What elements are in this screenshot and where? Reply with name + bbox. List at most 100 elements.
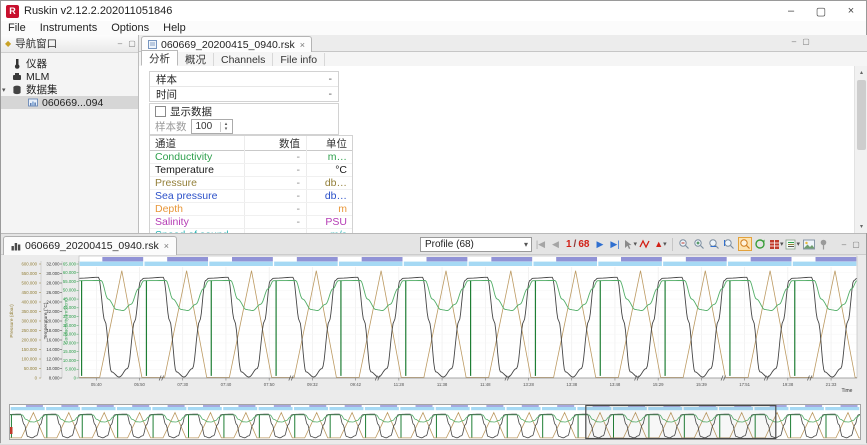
chevron-down-icon[interactable]: ▾: [780, 240, 784, 248]
tab-analysis[interactable]: 分析: [141, 50, 178, 66]
chevron-down-icon[interactable]: ▾: [663, 240, 667, 248]
menu-options[interactable]: Options: [104, 22, 156, 34]
svg-text:60.000: 60.000: [63, 270, 77, 275]
svg-text:50.000: 50.000: [24, 366, 38, 371]
cursor-tool-button[interactable]: ▾: [623, 237, 637, 251]
tree-item-mlm[interactable]: MLM: [1, 70, 138, 83]
profile-separator: /: [574, 239, 577, 250]
svg-text:550.000: 550.000: [21, 271, 37, 276]
table-row[interactable]: Salinity-PSU: [150, 215, 352, 228]
table-row[interactable]: Sea pressure-db…: [150, 189, 352, 202]
svg-text:Time: Time: [842, 388, 853, 394]
svg-text:11:28: 11:28: [394, 382, 405, 387]
annotation-pin-button[interactable]: [817, 237, 830, 251]
minimize-button[interactable]: –: [776, 1, 806, 21]
nav-restore-button[interactable]: ▢: [126, 39, 138, 48]
tab-file-info[interactable]: File info: [273, 53, 325, 66]
next-profile-button[interactable]: ▶: [593, 237, 606, 251]
menu-help[interactable]: Help: [156, 22, 193, 34]
zoom-out-button[interactable]: [678, 237, 691, 251]
time-value: -: [329, 88, 333, 100]
svg-text:05:50: 05:50: [134, 382, 145, 387]
nav-minimize-button[interactable]: –: [114, 39, 126, 48]
scroll-up-icon[interactable]: ▴: [855, 66, 867, 79]
svg-text:26.000: 26.000: [46, 290, 60, 295]
view-restore-button[interactable]: ▢: [800, 37, 812, 46]
plot-tab-close-icon[interactable]: ×: [164, 241, 169, 251]
overview-strip[interactable]: [9, 404, 861, 440]
export-data-button[interactable]: ▾: [769, 237, 784, 251]
last-profile-button[interactable]: ▶|: [608, 237, 621, 251]
channels-table-body: Conductivity-m…Temperature-°CPressure-db…: [150, 151, 352, 241]
tab-channels[interactable]: Channels: [214, 53, 273, 66]
content-scrollbar[interactable]: ▴ ▾: [854, 66, 867, 233]
editor-tabbar: 060669_20200415_0940.rsk × – ▢: [139, 35, 867, 52]
channel-name: Conductivity: [150, 151, 244, 163]
show-data-checkbox[interactable]: [155, 106, 166, 117]
menu-file[interactable]: File: [1, 22, 33, 34]
table-row[interactable]: Depth-m: [150, 202, 352, 215]
scroll-down-icon[interactable]: ▾: [855, 220, 867, 233]
stepper-down-icon[interactable]: ▾: [225, 127, 228, 132]
cast-toggle-button[interactable]: [639, 237, 652, 251]
overview-selection[interactable]: [586, 406, 776, 439]
svg-text:17:51: 17:51: [739, 382, 750, 387]
overview-chart: [9, 404, 861, 440]
channel-name: Sea pressure: [150, 190, 244, 202]
menu-instruments[interactable]: Instruments: [33, 22, 104, 34]
prev-profile-button[interactable]: ◀: [549, 237, 562, 251]
main-chart-area[interactable]: 600.000550.000500.000450.000400.000350.0…: [1, 254, 867, 400]
plot-tab-label: 060669_20200415_0940.rsk: [25, 240, 159, 252]
sample-count-stepper[interactable]: 100 ▴ ▾: [191, 119, 233, 134]
sample-row: 样本 -: [150, 72, 338, 86]
scrollbar-thumb[interactable]: [857, 80, 866, 150]
svg-text:07:40: 07:40: [221, 382, 232, 387]
tab-overview[interactable]: 概况: [178, 53, 214, 66]
plot-minimize-button[interactable]: –: [838, 240, 850, 249]
table-row[interactable]: Conductivity-m…: [150, 151, 352, 163]
close-button[interactable]: ×: [836, 1, 866, 21]
table-row[interactable]: Temperature-°C: [150, 163, 352, 176]
profile-select[interactable]: Profile (68) ▾: [420, 237, 532, 252]
zoom-x-button[interactable]: [708, 237, 721, 251]
first-profile-button[interactable]: |◀: [534, 237, 547, 251]
nav-panel-title: 导航窗口: [15, 36, 57, 51]
snapshot-button[interactable]: [802, 237, 815, 251]
chevron-down-icon[interactable]: ▾: [633, 240, 637, 248]
channel-unit: PSU: [306, 216, 352, 228]
view-minimize-button[interactable]: –: [788, 37, 800, 46]
legend-button[interactable]: ▾: [785, 237, 800, 251]
dataset-tab-icon: [148, 40, 157, 49]
profile-counter: 1 / 68: [564, 239, 591, 250]
svg-text:15:29: 15:29: [653, 382, 664, 387]
tab-close-icon[interactable]: ×: [300, 40, 305, 50]
svg-text:13:38: 13:38: [566, 382, 577, 387]
channel-unit: °C: [306, 164, 352, 176]
tree-item-instruments[interactable]: 仪器: [1, 57, 138, 70]
zoom-in-button[interactable]: [693, 237, 706, 251]
plot-tab[interactable]: 060669_20200415_0940.rsk ×: [3, 236, 177, 255]
channel-value: -: [244, 151, 306, 163]
analysis-content: 样本 - 时间 - 显示数据 样本数: [139, 66, 867, 233]
table-row[interactable]: Pressure-db…: [150, 176, 352, 189]
dataset-file-icon: [27, 98, 39, 107]
plot-tabbar: 060669_20200415_0940.rsk × Profile (68) …: [1, 234, 866, 255]
sample-time-box: 样本 - 时间 -: [149, 71, 339, 102]
expander-icon[interactable]: ▾: [2, 86, 11, 94]
window-title: Ruskin v2.12.2.202011051846: [24, 5, 172, 17]
tree-item-datasets[interactable]: ▾ 数据集: [1, 83, 138, 96]
plot-restore-button[interactable]: ▢: [850, 240, 862, 249]
tree-item-dataset-file[interactable]: 060669...094: [1, 96, 138, 109]
chevron-down-icon[interactable]: ▾: [796, 240, 800, 248]
zoom-window-button[interactable]: [738, 237, 752, 251]
zoom-y-button[interactable]: [723, 237, 736, 251]
time-row: 时间 -: [150, 86, 338, 101]
zoom-reset-button[interactable]: [754, 237, 767, 251]
event-warning-button[interactable]: ▲ ▾: [654, 237, 667, 251]
sample-label: 样本: [156, 72, 177, 87]
maximize-button[interactable]: ▢: [806, 1, 836, 21]
svg-text:12.000: 12.000: [46, 356, 60, 361]
tree-item-label: 数据集: [26, 82, 58, 97]
channel-unit: db…: [306, 177, 352, 189]
col-unit: 单位: [306, 136, 352, 151]
